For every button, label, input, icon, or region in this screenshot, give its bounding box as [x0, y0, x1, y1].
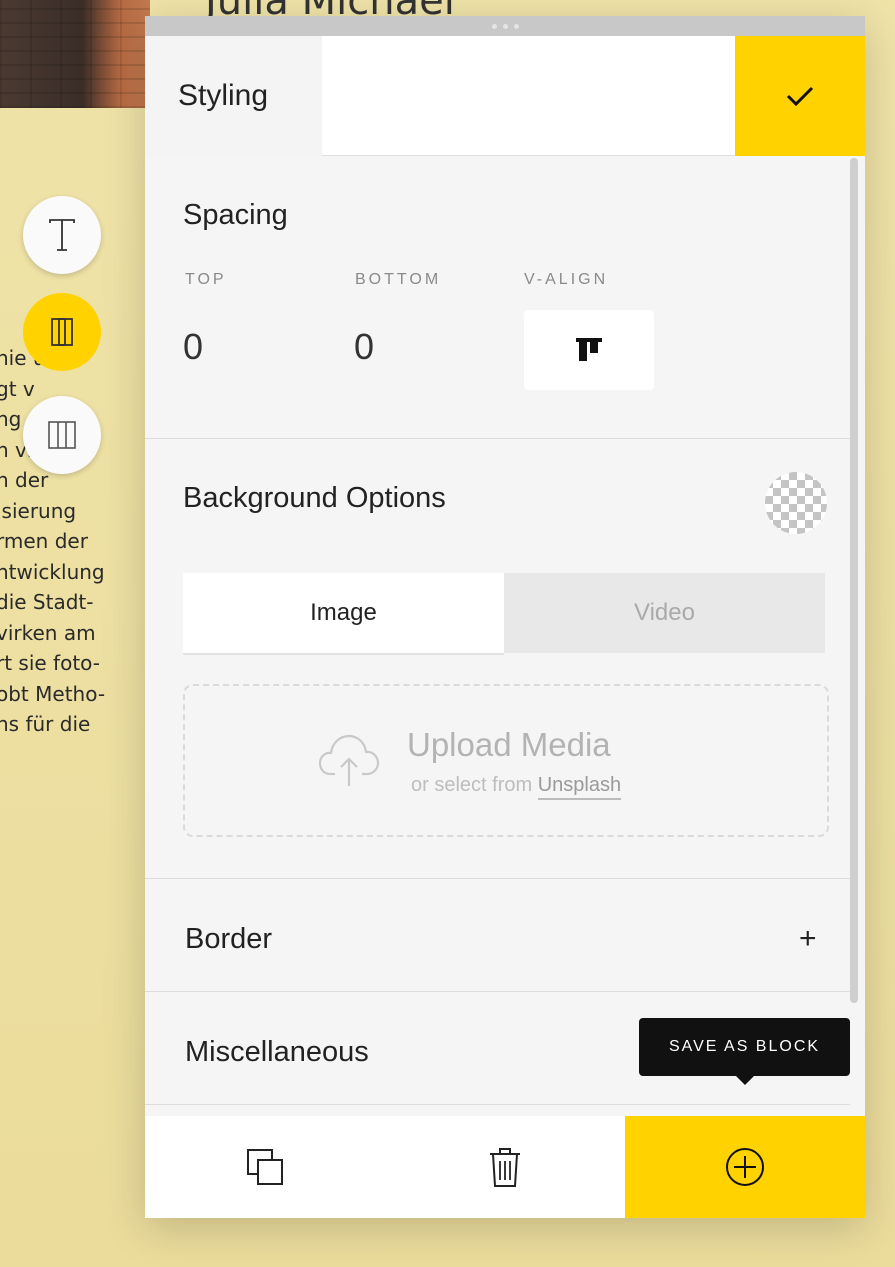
panel-scrollbar[interactable]	[850, 158, 858, 1003]
tab-video[interactable]: Video	[504, 573, 825, 653]
upload-media-title: Upload Media	[407, 726, 611, 763]
profile-photo	[0, 0, 150, 108]
text-tool-button[interactable]	[23, 196, 101, 274]
valign-label: V-ALIGN	[524, 271, 609, 288]
check-icon	[786, 86, 814, 107]
tab-image[interactable]: Image	[183, 573, 504, 655]
unsplash-link[interactable]: Unsplash	[537, 774, 622, 800]
body-text-line: obt Metho-	[0, 681, 106, 706]
duplicate-button[interactable]	[145, 1116, 385, 1218]
valign-button[interactable]	[524, 310, 654, 390]
miscellaneous-title: Miscellaneous	[185, 1036, 369, 1068]
body-text-line: die Stadt-	[0, 590, 94, 614]
save-as-block-tooltip: SAVE AS BLOCK	[639, 1018, 850, 1085]
upload-subtitle-text: or select from	[411, 774, 533, 796]
plus-circle-icon	[726, 1148, 764, 1186]
body-text-line: rt sie foto-	[0, 651, 101, 675]
save-as-block-button[interactable]	[625, 1116, 865, 1218]
border-title: Border	[185, 923, 273, 955]
delete-button[interactable]	[385, 1116, 625, 1218]
panel-footer	[145, 1116, 865, 1218]
media-tabs: Image Video	[183, 573, 825, 655]
single-column-icon	[51, 318, 73, 346]
divider	[145, 438, 850, 439]
two-column-tool-button[interactable]	[23, 396, 101, 474]
cloud-upload-icon	[318, 734, 380, 786]
text-icon	[49, 219, 75, 251]
bottom-label: BOTTOM	[355, 271, 442, 288]
two-column-icon	[48, 421, 76, 449]
body-text-line: ns für die	[0, 712, 91, 736]
plus-icon[interactable]: +	[799, 924, 817, 954]
duplicate-icon	[247, 1149, 283, 1185]
panel-header: Styling	[145, 36, 865, 156]
confirm-button[interactable]	[735, 36, 865, 156]
top-label: TOP	[185, 271, 227, 288]
body-text-line: rmen der	[0, 529, 88, 553]
single-column-tool-button[interactable]	[23, 293, 101, 371]
tab-styling[interactable]: Styling	[145, 36, 322, 156]
top-value-input[interactable]: 0	[183, 326, 203, 368]
upload-subtitle: or select from Unsplash	[411, 774, 622, 800]
divider	[145, 1104, 850, 1105]
align-top-icon	[576, 338, 602, 361]
background-options-title: Background Options	[183, 482, 446, 514]
body-text-line: ntwicklung	[0, 559, 105, 584]
body-text-line: isierung	[0, 498, 77, 523]
body-text-line: virken am	[0, 620, 96, 645]
trash-icon	[490, 1148, 520, 1187]
spacing-title: Spacing	[183, 199, 288, 231]
panel-drag-handle[interactable]	[145, 16, 865, 36]
styling-panel: Styling Spacing TOP 0 BOTTOM 0 V-ALIGN B…	[145, 16, 865, 1218]
bottom-value-input[interactable]: 0	[354, 326, 374, 368]
upload-media-dropzone[interactable]: Upload Media or select from Unsplash	[183, 684, 829, 837]
transparent-swatch-icon[interactable]	[765, 472, 827, 534]
